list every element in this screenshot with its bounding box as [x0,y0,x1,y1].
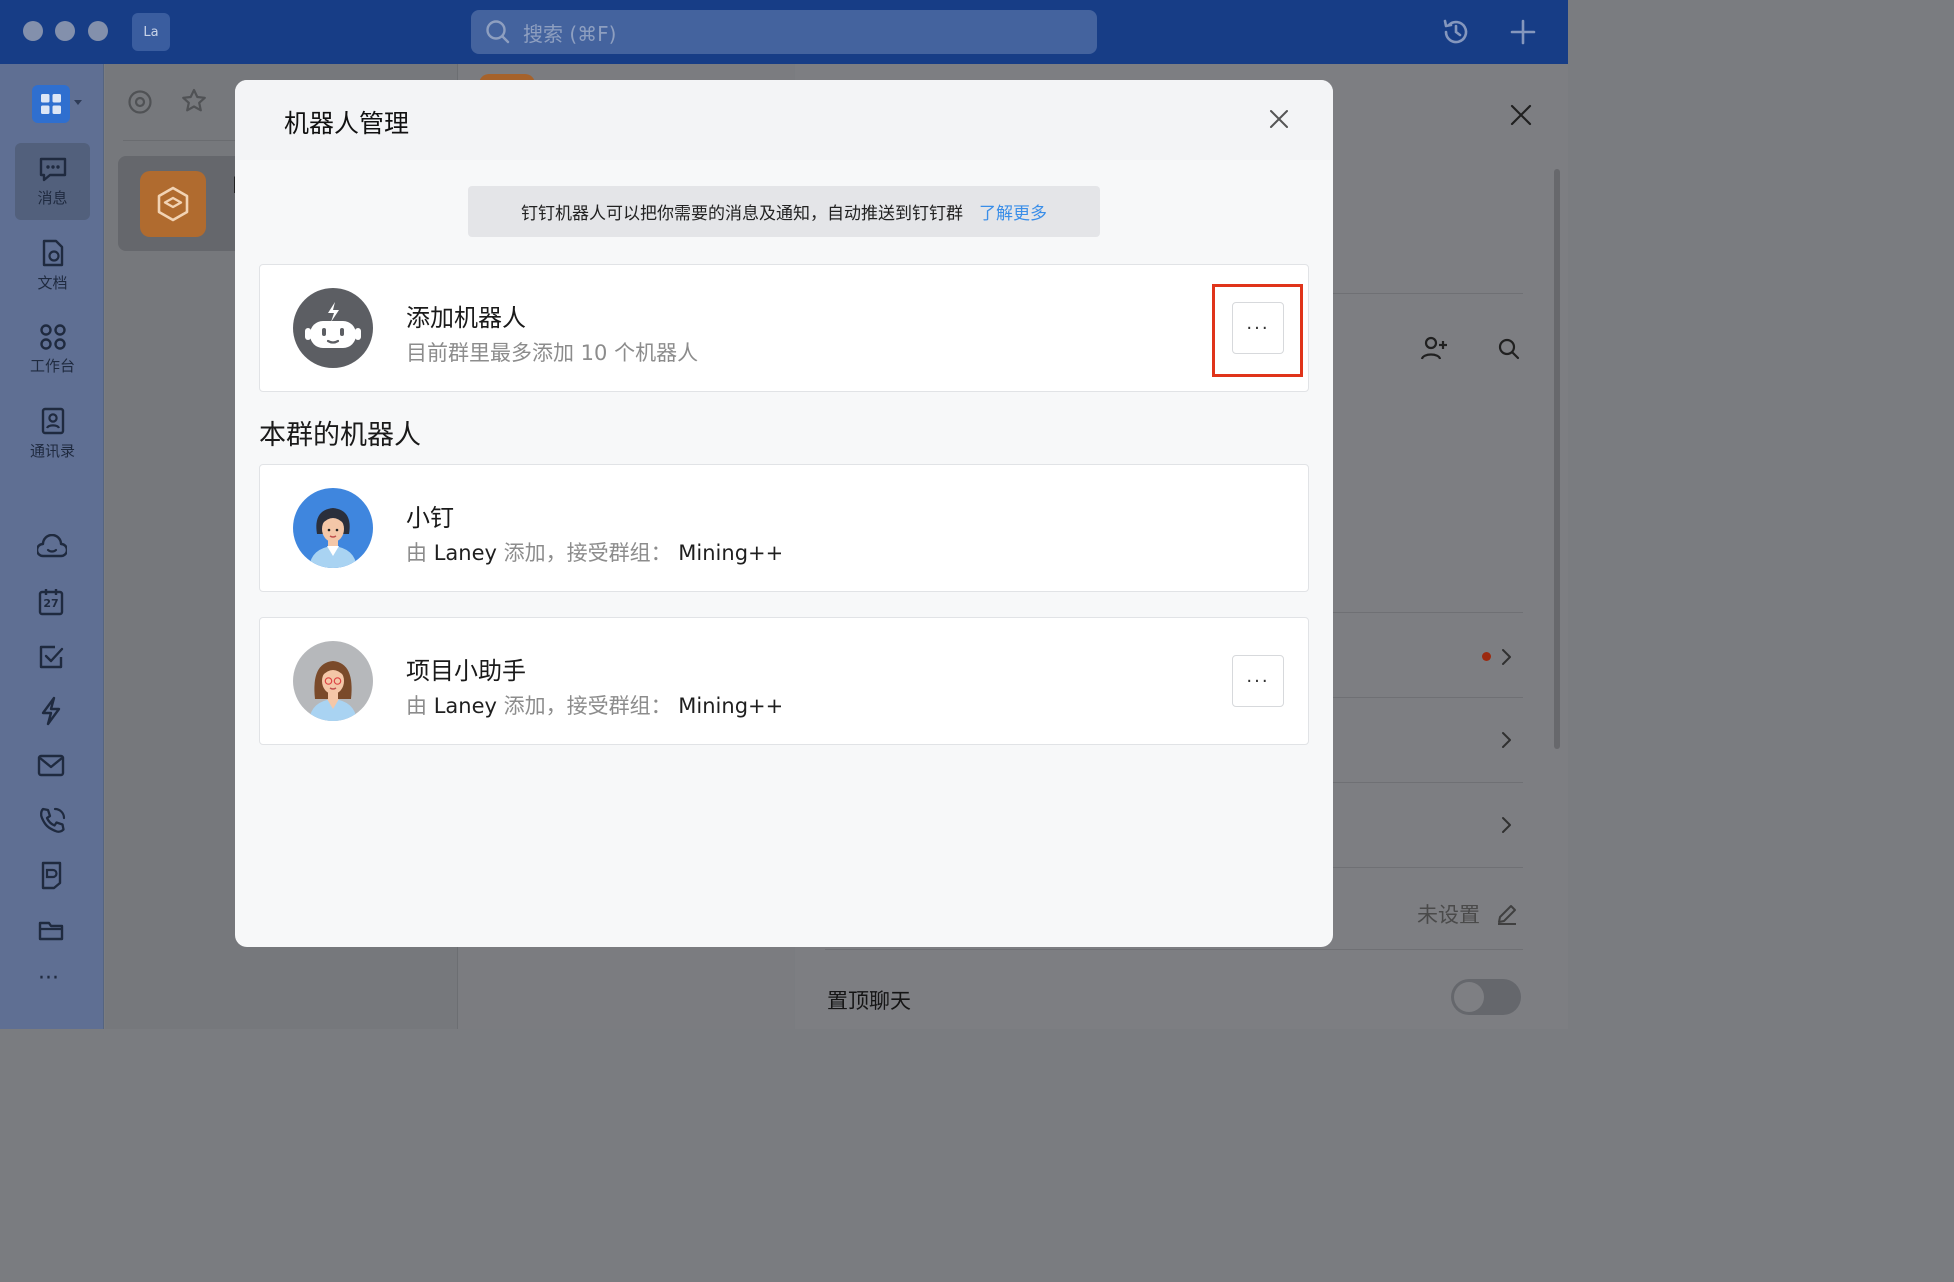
left-rail: 消息 文档 工作台 通讯录 27 ··· [0,64,104,1029]
close-icon[interactable] [1268,108,1290,130]
meta-group: Mining++ [678,694,784,718]
app-grid-icon [41,94,61,114]
meta-prefix: 由 [406,694,427,718]
info-notice: 钉钉机器人可以把你需要的消息及通知，自动推送到钉钉群 了解更多 [468,186,1100,237]
robot-name: 项目小助手 [406,657,526,685]
edit-icon[interactable] [1495,902,1519,926]
mail-icon[interactable] [37,753,65,779]
notice-text: 钉钉机器人可以把你需要的消息及通知，自动推送到钉钉群 [521,204,963,224]
lightning-icon[interactable] [37,696,65,726]
robot-avatar-icon [309,661,357,721]
divider [1333,782,1523,783]
learn-more-link[interactable]: 了解更多 [979,199,1047,224]
robot-avatar-icon [309,508,357,568]
robot-card-xiaoding[interactable]: 小钉 由 Laney 添加，接受群组： Mining++ [259,464,1309,592]
contacts-icon [41,407,64,435]
divider [1333,867,1523,868]
plus-icon[interactable] [1507,16,1539,48]
divider [1333,293,1523,294]
rail-item-workbench[interactable]: 工作台 [15,311,90,388]
search-placeholder: 搜索 (⌘F) [523,21,617,46]
unread-dot [1482,652,1491,661]
add-member-icon[interactable] [1420,335,1448,361]
meta-suffix: 添加，接受群组： [503,541,672,565]
rail-item-contacts[interactable]: 通讯录 [15,395,90,472]
folder-icon[interactable] [37,917,65,943]
rail-item-docs[interactable]: 文档 [15,227,90,304]
rail-item-label: 文档 [37,274,68,292]
robot-meta: 由 Laney 添加，接受群组： Mining++ [406,690,783,720]
ding-doc-icon[interactable] [37,860,65,890]
star-icon[interactable] [181,88,207,114]
avatar [293,641,373,721]
group-logo-icon [157,186,189,222]
robot-more-button[interactable]: ··· [1232,655,1284,707]
search-icon[interactable] [1498,338,1520,360]
not-set-value: 未设置 [1417,903,1480,927]
meta-user: Laney [433,694,497,718]
pin-chat-label: 置顶聊天 [827,989,911,1013]
window-minimize-button[interactable] [55,21,75,41]
window-close-button[interactable] [23,21,43,41]
cloud-icon[interactable] [37,534,67,562]
message-icon [39,157,66,182]
section-title: 本群的机器人 [259,420,421,451]
mention-icon[interactable] [127,89,153,115]
rail-item-messages[interactable]: 消息 [15,143,90,220]
divider [1333,697,1523,698]
dialog-title: 机器人管理 [284,109,410,138]
history-icon[interactable] [1440,16,1472,48]
robot-name: 小钉 [406,504,454,532]
todo-icon[interactable] [37,643,65,671]
add-robot-card[interactable]: 添加机器人 目前群里最多添加 10 个机器人 ··· [259,264,1309,392]
title-bar: La 搜索 (⌘F) [0,0,1568,64]
rail-item-label: 消息 [37,189,68,207]
robot-meta: 由 Laney 添加，接受群组： Mining++ [406,537,783,567]
rail-item-label: 工作台 [29,357,75,375]
add-robot-more-button[interactable]: ··· [1232,302,1284,354]
chevron-right-icon[interactable] [1500,731,1512,749]
avatar [140,171,206,237]
divider [1333,612,1523,613]
close-icon[interactable] [1510,104,1532,126]
phone-icon[interactable] [37,806,67,836]
pin-chat-toggle[interactable] [1451,979,1521,1015]
chevron-down-icon [74,100,82,105]
app-grid-button[interactable] [32,85,70,123]
meta-group: Mining++ [678,541,784,565]
avatar [293,488,373,568]
dialog-header: 机器人管理 [235,80,1333,160]
calendar-day: 27 [43,597,59,610]
document-icon [42,239,63,267]
chevron-right-icon[interactable] [1500,816,1512,834]
calendar-icon[interactable]: 27 [37,587,65,617]
robot-card-project-assistant[interactable]: 项目小助手 由 Laney 添加，接受群组： Mining++ ··· [259,617,1309,745]
search-input[interactable]: 搜索 (⌘F) [471,10,1097,54]
workspace-badge[interactable]: La [132,13,170,51]
scrollbar[interactable] [1554,169,1560,749]
more-icon[interactable]: ··· [38,966,59,991]
robot-avatar [293,288,373,368]
add-robot-subtitle: 目前群里最多添加 10 个机器人 [406,341,699,365]
robot-icon [305,302,361,348]
workbench-icon [39,324,66,350]
meta-user: Laney [433,541,497,565]
rail-item-label: 通讯录 [29,442,75,460]
window-zoom-button[interactable] [88,21,108,41]
add-robot-title: 添加机器人 [406,304,526,332]
chevron-right-icon[interactable] [1500,648,1512,666]
meta-prefix: 由 [406,541,427,565]
search-icon [486,20,510,44]
divider [825,949,1523,950]
robot-management-dialog: 机器人管理 钉钉机器人可以把你需要的消息及通知，自动推送到钉钉群 了解更多 添加… [235,80,1333,947]
meta-suffix: 添加，接受群组： [503,694,672,718]
